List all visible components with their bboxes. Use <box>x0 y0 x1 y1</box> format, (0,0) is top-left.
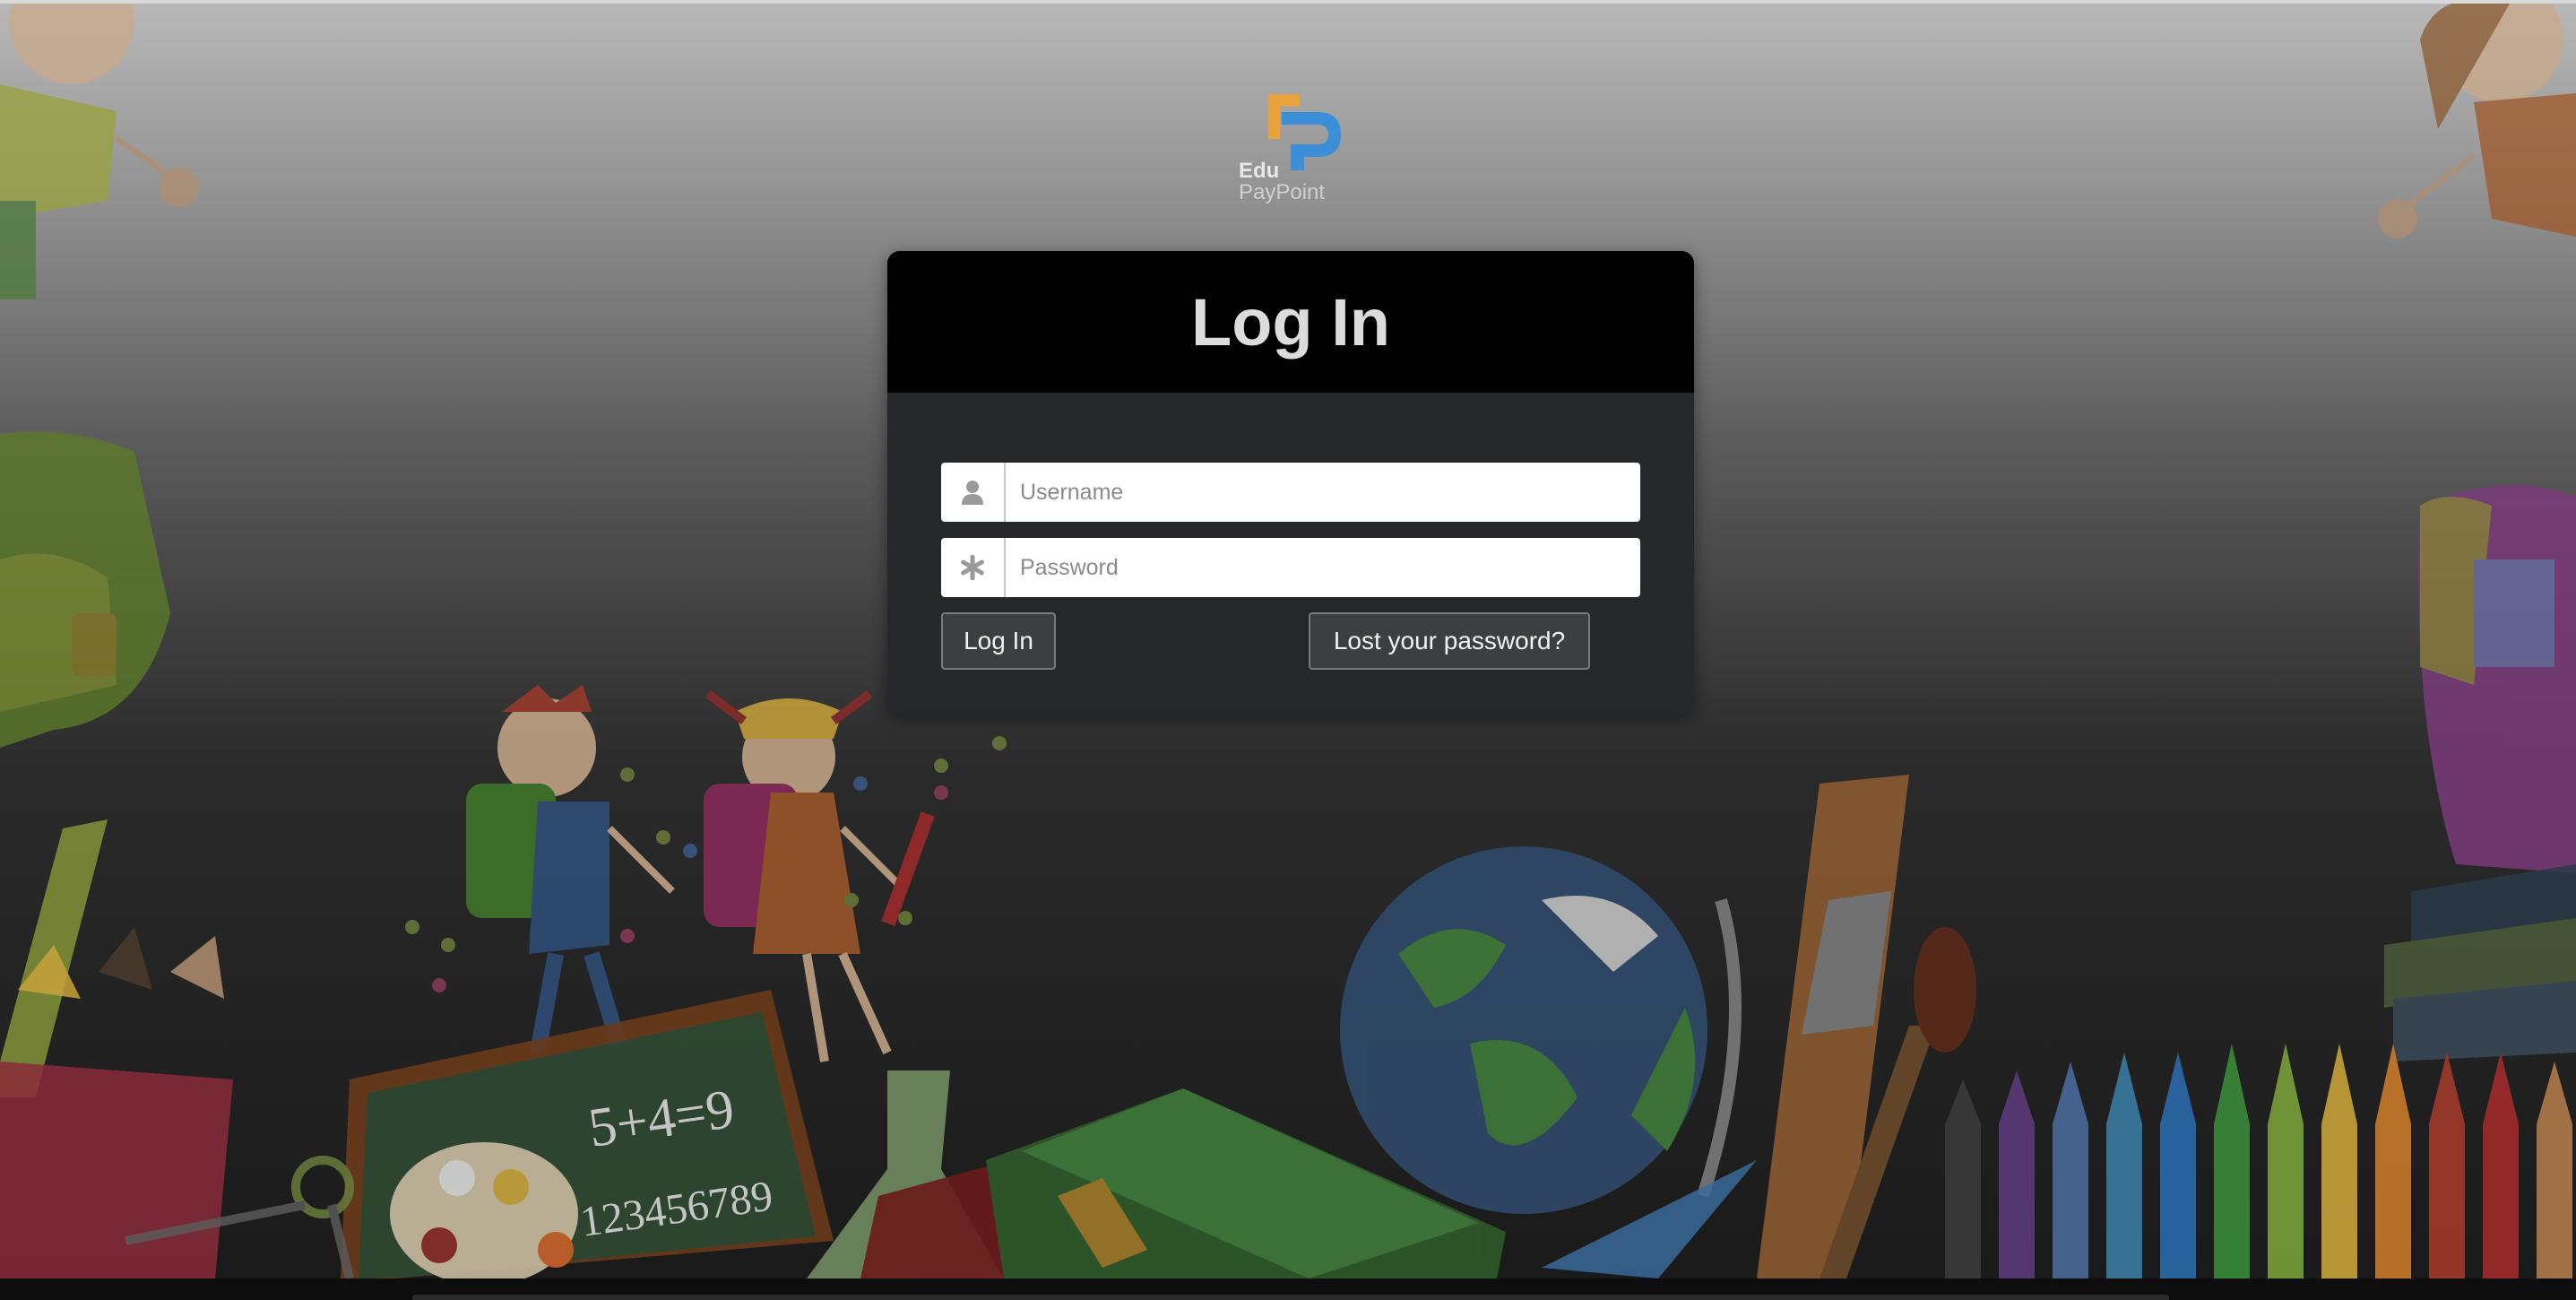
asterisk-icon <box>961 555 984 580</box>
globe-illustration <box>1340 846 1742 1214</box>
password-input[interactable] <box>1006 540 1640 595</box>
username-input[interactable] <box>1006 464 1640 520</box>
logo-text-paypoint: PayPoint <box>1239 180 1326 204</box>
login-title: Log In <box>1191 284 1390 360</box>
login-button[interactable]: Log In <box>941 612 1056 670</box>
bottom-bar-shadow <box>412 1295 2169 1300</box>
backpack-right-illustration <box>2418 485 2576 873</box>
password-icon-wrap <box>941 538 1006 597</box>
login-card-header: Log In <box>887 251 1694 393</box>
child-top-right-illustration <box>2378 4 2576 238</box>
books-stack-right-illustration <box>2384 864 2576 1062</box>
bottom-bar <box>0 1278 2576 1300</box>
username-icon-wrap <box>941 463 1006 522</box>
username-field[interactable] <box>941 463 1640 522</box>
paint-brushes-illustration <box>1757 775 1976 1278</box>
child-top-left-illustration <box>0 4 199 299</box>
edupaypoint-logo[interactable]: Edu PayPoint <box>1228 85 1353 206</box>
lost-password-button[interactable]: Lost your password? <box>1309 612 1590 670</box>
login-card: Log In Log In Lost your password? <box>887 251 1694 715</box>
colored-pencils-illustration <box>1945 1044 2572 1278</box>
backpack-left-illustration <box>0 431 170 748</box>
user-icon <box>962 481 983 505</box>
password-field[interactable] <box>941 538 1640 597</box>
